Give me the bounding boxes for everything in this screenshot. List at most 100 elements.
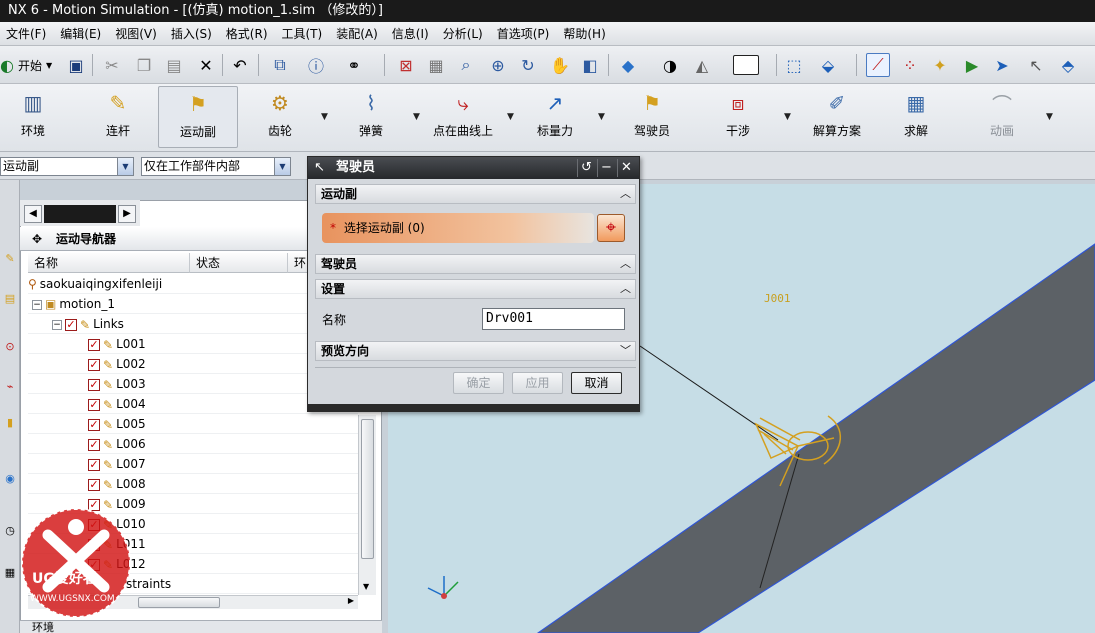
copy-display-icon[interactable]: ⧉	[268, 53, 292, 77]
tree-row-link[interactable]: ✓ ✎ L007	[28, 454, 358, 474]
pin-icon[interactable]: ✥	[32, 227, 42, 251]
menu-file[interactable]: 文件(F)	[6, 25, 46, 42]
chevron-down-icon[interactable]: ▼	[413, 112, 420, 122]
binoculars-icon[interactable]: ⚭	[342, 53, 366, 77]
scroll-right-icon[interactable]: ▶	[348, 596, 354, 605]
rotate-icon[interactable]: ↻	[516, 53, 540, 77]
chevron-down-icon[interactable]: ▼	[507, 112, 514, 122]
part-navigator-icon[interactable]: ▤	[2, 290, 18, 306]
scrollbar-thumb[interactable]	[138, 597, 220, 608]
scalar-force-button[interactable]: ↗ 标量力	[532, 86, 578, 148]
orient-icon[interactable]: ⬙	[816, 53, 840, 77]
menu-help[interactable]: 帮助(H)	[563, 25, 605, 42]
object-info-icon[interactable]: ⓘ	[304, 53, 328, 77]
chevron-down-icon[interactable]: ▼	[1046, 112, 1053, 122]
menu-preferences[interactable]: 首选项(P)	[497, 25, 550, 42]
cursor-icon[interactable]: ↖	[1024, 53, 1048, 77]
menu-format[interactable]: 格式(R)	[226, 25, 268, 42]
scope-select[interactable]: 仅在工作部件内部 ▼	[141, 157, 291, 176]
group-driver[interactable]: 驾驶员 ︿	[315, 254, 636, 274]
menu-assemblies[interactable]: 装配(A)	[336, 25, 378, 42]
csys-icon[interactable]: ⟋	[866, 53, 890, 77]
apply-button[interactable]: 应用	[512, 372, 563, 394]
cut-icon[interactable]: ✂	[100, 53, 124, 77]
type-filter-select[interactable]: 运动副 ▼	[0, 157, 134, 176]
solution-button[interactable]: ✐ 解算方案	[808, 86, 866, 148]
save-icon[interactable]: ▣	[64, 53, 88, 77]
scrollbar-thumb[interactable]	[361, 419, 374, 559]
scroll-left-button[interactable]: ◀	[24, 205, 42, 223]
menu-insert[interactable]: 插入(S)	[171, 25, 212, 42]
points-icon[interactable]: ⁘	[898, 53, 922, 77]
shaded-cube-icon[interactable]: ◆	[616, 53, 640, 77]
navigator-vertical-scrollbar[interactable]: ▼	[358, 415, 376, 595]
menu-tools[interactable]: 工具(T)	[282, 25, 323, 42]
play-icon[interactable]: ▶	[960, 53, 984, 77]
checkbox[interactable]: ✓	[88, 358, 100, 371]
zoom-icon[interactable]: ⌕	[454, 53, 478, 77]
chevron-down-icon[interactable]: ▼	[321, 112, 328, 122]
name-input[interactable]: Drv001	[482, 308, 625, 330]
checkbox[interactable]: ✓	[88, 418, 100, 431]
menu-edit[interactable]: 编辑(E)	[60, 25, 101, 42]
gear-button[interactable]: ⚙ 齿轮	[260, 86, 300, 148]
tree-row-link[interactable]: ✓ ✎ L006	[28, 434, 358, 454]
checkbox[interactable]: ✓	[88, 438, 100, 451]
link-button[interactable]: ✎ 连杆	[98, 86, 138, 148]
perspective-icon[interactable]: ◧	[578, 53, 602, 77]
delete-icon[interactable]: ✕	[194, 53, 218, 77]
checkbox[interactable]: ✓	[65, 318, 77, 331]
chevron-down-icon[interactable]: ▼	[598, 112, 605, 122]
roles-icon[interactable]: ▦	[2, 564, 18, 580]
scroll-right-button[interactable]: ▶	[118, 205, 136, 223]
start-menu-button[interactable]: ◐ 开始 ▼	[0, 55, 52, 75]
minimize-icon[interactable]: −	[597, 159, 615, 177]
filter-icon[interactable]: ⬘	[1056, 53, 1080, 77]
color-swatch[interactable]	[733, 55, 759, 75]
group-settings[interactable]: 设置 ︿	[315, 279, 636, 299]
group-joint[interactable]: 运动副 ︿	[315, 184, 636, 204]
checkbox[interactable]: ✓	[88, 478, 100, 491]
fit-icon[interactable]: ⊠	[394, 53, 418, 77]
scroll-down-icon[interactable]: ▼	[363, 582, 369, 591]
solve-button[interactable]: ▦ 求解	[896, 86, 936, 148]
face-analysis-icon[interactable]: ◭	[690, 53, 714, 77]
snap-icon[interactable]: ✦	[928, 53, 952, 77]
clock-icon[interactable]: ◷	[2, 522, 18, 538]
driver-button[interactable]: ⚑ 驾驶员	[630, 86, 674, 148]
reuse-library-icon[interactable]: ▮	[2, 414, 18, 430]
paste-icon[interactable]: ▤	[162, 53, 186, 77]
animation-button[interactable]: ⌒ 动画	[982, 86, 1022, 148]
tree-row-link[interactable]: ✓ ✎ L008	[28, 474, 358, 494]
checkbox[interactable]: ✓	[88, 458, 100, 471]
ok-button[interactable]: 确定	[453, 372, 504, 394]
joint-button[interactable]: ⚑ 运动副	[158, 86, 238, 148]
checkbox[interactable]: ✓	[88, 338, 100, 351]
tree-row-link[interactable]: ✓ ✎ L005	[28, 414, 358, 434]
zoom-in-out-icon[interactable]: ⊕	[486, 53, 510, 77]
group-preview-direction[interactable]: 预览方向 ﹀	[315, 341, 636, 361]
menu-information[interactable]: 信息(I)	[392, 25, 429, 42]
column-header-name[interactable]: 名称	[28, 253, 190, 273]
checkbox[interactable]: ✓	[88, 378, 100, 391]
spring-button[interactable]: ⌇ 弹簧	[351, 86, 391, 148]
environment-button[interactable]: ▥ 环境	[14, 86, 52, 148]
history-icon[interactable]: ⌁	[2, 378, 18, 394]
wcs-icon[interactable]: ⬚	[782, 53, 806, 77]
collapse-icon[interactable]: −	[32, 299, 42, 310]
point-on-curve-button[interactable]: ⤷ 点在曲线上	[428, 86, 498, 148]
copy-icon[interactable]: ❐	[132, 53, 156, 77]
navigator-tab-scroll-thumb[interactable]	[44, 205, 116, 223]
zoom-window-icon[interactable]: ▦	[424, 53, 448, 77]
crosshair-select-button[interactable]: ⌖	[597, 214, 625, 242]
reset-icon[interactable]: ↺	[577, 159, 595, 177]
collapse-icon[interactable]: −	[52, 319, 62, 330]
undo-icon[interactable]: ↶	[228, 53, 252, 77]
menu-analysis[interactable]: 分析(L)	[443, 25, 483, 42]
assembly-navigator-icon[interactable]: ✎	[2, 250, 18, 266]
background-icon[interactable]: ◑	[658, 53, 682, 77]
select-joint-row[interactable]: * 选择运动副 (0)	[322, 213, 594, 243]
cancel-button[interactable]: 取消	[571, 372, 622, 394]
constraint-icon[interactable]: ⊙	[2, 338, 18, 354]
select-icon[interactable]: ➤	[990, 53, 1014, 77]
